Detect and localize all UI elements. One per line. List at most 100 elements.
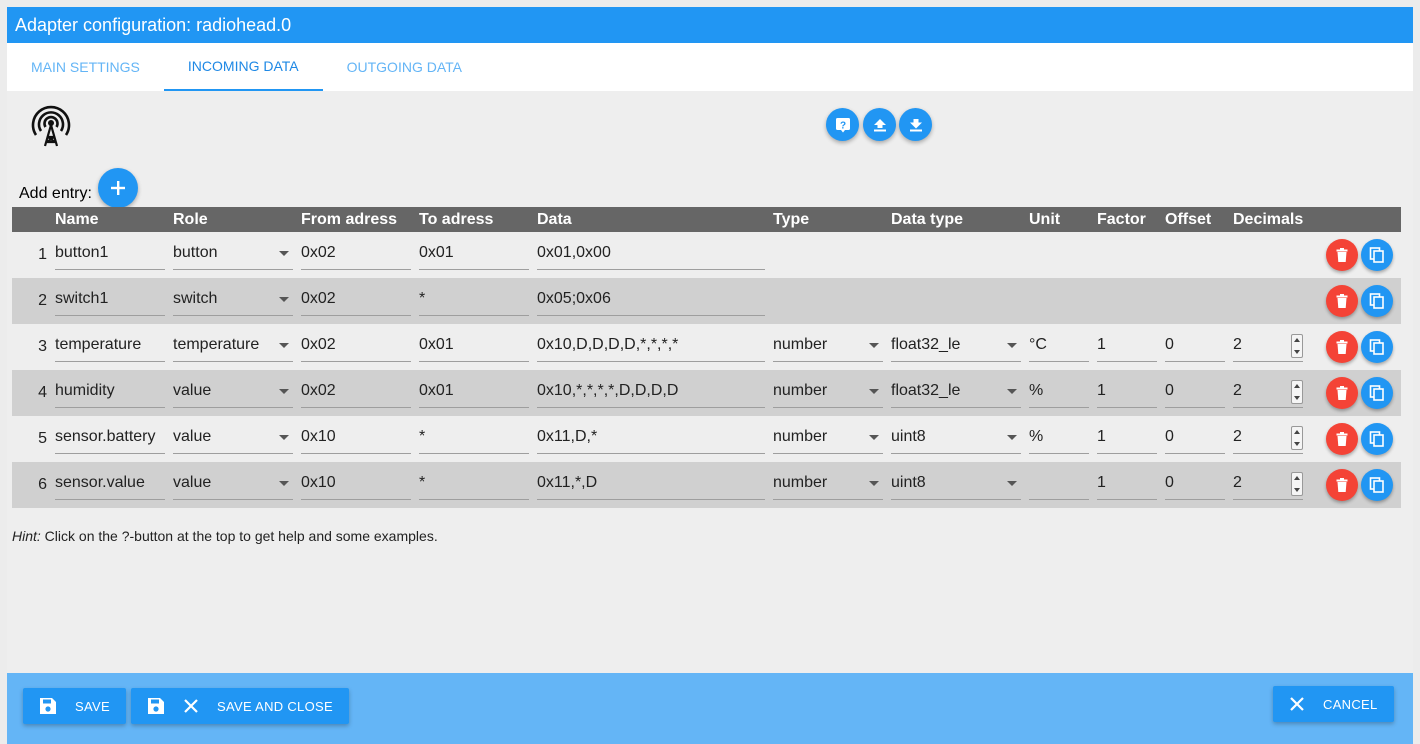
decimals-input[interactable]: 2 — [1233, 378, 1303, 408]
from-adress-input[interactable]: 0x02 — [301, 240, 411, 270]
copy-button[interactable] — [1361, 285, 1393, 317]
row-number: 6 — [12, 462, 51, 508]
factor-input[interactable]: 1 — [1097, 378, 1157, 408]
delete-button[interactable] — [1326, 239, 1358, 271]
unit-input[interactable]: °C — [1029, 332, 1089, 362]
data-input[interactable]: 0x11,*,D — [537, 470, 765, 500]
role-select[interactable]: value — [173, 470, 293, 500]
name-input[interactable]: sensor.value — [55, 470, 165, 500]
copy-icon — [1369, 339, 1384, 355]
decimals-input[interactable]: 2 — [1233, 332, 1303, 362]
data-type-select[interactable]: uint8 — [891, 470, 1021, 500]
delete-button[interactable] — [1326, 469, 1358, 501]
chevron-down-icon — [279, 343, 289, 348]
to-adress-input[interactable]: * — [419, 470, 529, 500]
spinner-arrows-icon[interactable] — [1291, 426, 1303, 450]
name-input[interactable]: switch1 — [55, 286, 165, 316]
offset-input[interactable]: 0 — [1165, 332, 1225, 362]
data-type-select[interactable]: float32_le — [891, 378, 1021, 408]
copy-button[interactable] — [1361, 239, 1393, 271]
data-input[interactable]: 0x10,D,D,D,D,*,*,*,* — [537, 332, 765, 362]
data-type-select[interactable]: uint8 — [891, 424, 1021, 454]
chevron-down-icon — [279, 297, 289, 302]
delete-button[interactable] — [1326, 331, 1358, 363]
help-button[interactable]: ? — [826, 108, 859, 141]
from-adress-input[interactable]: 0x10 — [301, 424, 411, 454]
name-input[interactable]: button1 — [55, 240, 165, 270]
row-actions — [1311, 239, 1397, 271]
data-input[interactable]: 0x05;0x06 — [537, 286, 765, 316]
to-adress-input[interactable]: 0x01 — [419, 240, 529, 270]
col-factor: Factor — [1093, 207, 1161, 232]
type-select-value: number — [773, 428, 828, 445]
tab-incoming-data[interactable]: INCOMING DATA — [163, 43, 323, 91]
from-adress-input[interactable]: 0x02 — [301, 378, 411, 408]
role-select-value: temperature — [173, 336, 260, 353]
spinner-arrows-icon[interactable] — [1291, 380, 1303, 404]
spinner-arrows-icon[interactable] — [1291, 334, 1303, 358]
to-adress-input[interactable]: * — [419, 424, 529, 454]
spinner-arrows-icon[interactable] — [1291, 472, 1303, 496]
from-adress-input[interactable]: 0x02 — [301, 286, 411, 316]
copy-icon — [1369, 477, 1384, 493]
add-entry-label: Add entry: — [19, 185, 92, 202]
copy-button[interactable] — [1361, 423, 1393, 455]
save-button[interactable]: SAVE — [23, 688, 126, 724]
delete-button[interactable] — [1326, 377, 1358, 409]
offset-input[interactable]: 0 — [1165, 424, 1225, 454]
type-select[interactable]: number — [773, 424, 883, 454]
from-adress-input[interactable]: 0x10 — [301, 470, 411, 500]
from-adress-input[interactable]: 0x02 — [301, 332, 411, 362]
to-adress-input[interactable]: * — [419, 286, 529, 316]
tab-outgoing-data[interactable]: OUTGOING DATA — [323, 43, 486, 91]
factor-input[interactable]: 1 — [1097, 470, 1157, 500]
table-row: 4 humidity value 0x02 0x01 0x10,*,*,*,*,D,D,D… — [12, 370, 1401, 416]
name-input[interactable]: sensor.battery — [55, 424, 165, 454]
data-input[interactable]: 0x01,0x00 — [537, 240, 765, 270]
data-input[interactable]: 0x11,D,* — [537, 424, 765, 454]
role-select-value: value — [173, 428, 212, 445]
role-select[interactable]: value — [173, 424, 293, 454]
save-and-close-button[interactable]: SAVE AND CLOSE — [131, 688, 349, 724]
data-input[interactable]: 0x10,*,*,*,*,D,D,D,D — [537, 378, 765, 408]
role-select[interactable]: switch — [173, 286, 293, 316]
copy-button[interactable] — [1361, 377, 1393, 409]
factor-input[interactable]: 1 — [1097, 424, 1157, 454]
type-select[interactable]: number — [773, 470, 883, 500]
copy-icon — [1369, 293, 1384, 309]
to-adress-input[interactable]: 0x01 — [419, 332, 529, 362]
table-row: 6 sensor.value value 0x10 * 0x11,*,D number uin… — [12, 462, 1401, 508]
offset-input[interactable]: 0 — [1165, 470, 1225, 500]
offset-input[interactable]: 0 — [1165, 378, 1225, 408]
download-button[interactable] — [899, 108, 932, 141]
to-adress-input[interactable]: 0x01 — [419, 378, 529, 408]
unit-input[interactable]: % — [1029, 378, 1089, 408]
tab-main-settings[interactable]: MAIN SETTINGS — [7, 43, 164, 91]
delete-button[interactable] — [1326, 423, 1358, 455]
copy-button[interactable] — [1361, 469, 1393, 501]
row-number: 3 — [12, 324, 51, 370]
type-select[interactable]: number — [773, 332, 883, 362]
hint-body: Click on the ?-button at the top to get … — [40, 528, 438, 544]
name-input[interactable]: temperature — [55, 332, 165, 362]
cancel-button[interactable]: CANCEL — [1273, 686, 1394, 722]
unit-input[interactable] — [1029, 470, 1089, 500]
unit-input[interactable]: % — [1029, 424, 1089, 454]
copy-button[interactable] — [1361, 331, 1393, 363]
role-select[interactable]: value — [173, 378, 293, 408]
delete-button[interactable] — [1326, 285, 1358, 317]
role-select[interactable]: temperature — [173, 332, 293, 362]
data-type-select[interactable]: float32_le — [891, 332, 1021, 362]
factor-input[interactable]: 1 — [1097, 332, 1157, 362]
type-select[interactable]: number — [773, 378, 883, 408]
col-decimals: Decimals — [1229, 207, 1307, 232]
decimals-input[interactable]: 2 — [1233, 424, 1303, 454]
role-select[interactable]: button — [173, 240, 293, 270]
svg-text:?: ? — [839, 120, 845, 131]
add-entry-button[interactable] — [98, 168, 138, 208]
name-input[interactable]: humidity — [55, 378, 165, 408]
chevron-down-icon — [279, 251, 289, 256]
decimals-input[interactable]: 2 — [1233, 470, 1303, 500]
upload-button[interactable] — [863, 108, 896, 141]
chevron-down-icon — [869, 343, 879, 348]
